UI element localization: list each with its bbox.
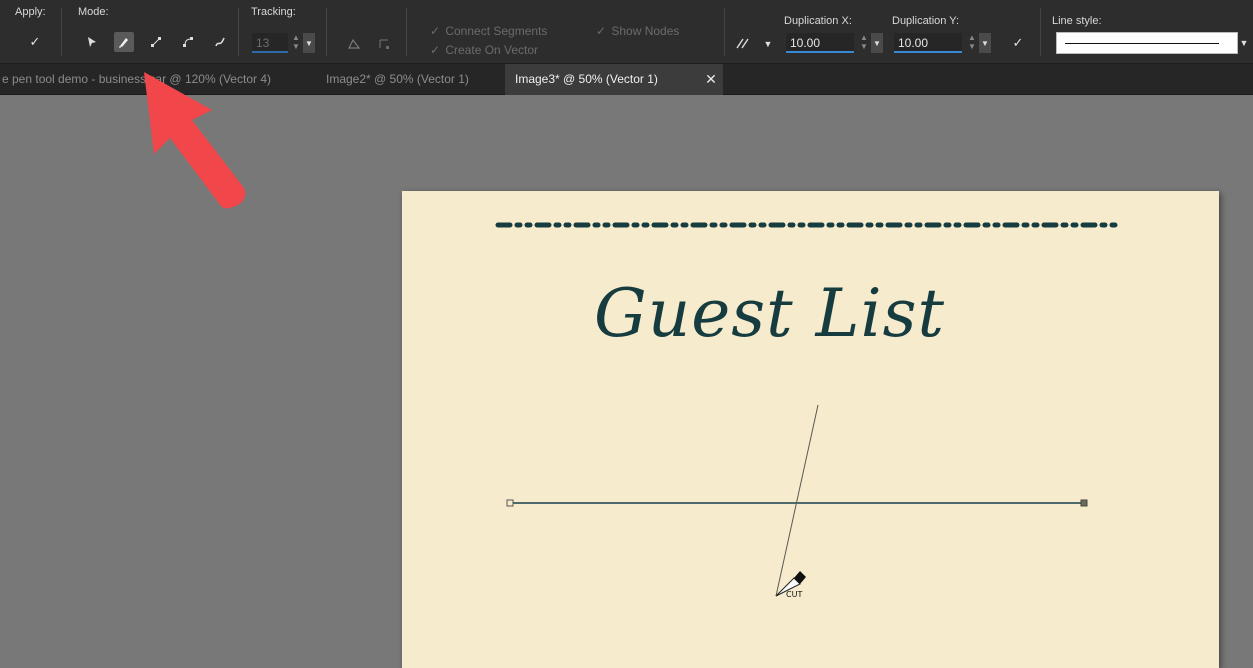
cursor-cut-label: CUT <box>786 590 803 599</box>
chevron-down-icon[interactable]: ▼ <box>760 34 776 54</box>
line-style-dropdown[interactable] <box>1056 32 1238 54</box>
cut-guide-line <box>775 404 819 597</box>
divider <box>406 8 407 56</box>
mode-label: Mode: <box>78 6 109 18</box>
reverse-path-icon[interactable] <box>374 34 394 54</box>
connect-segments-checkbox[interactable]: ✓ Connect Segments <box>430 24 547 38</box>
line-segment-icon[interactable] <box>146 32 166 52</box>
create-on-vector-checkbox[interactable]: ✓ Create On Vector <box>430 43 538 57</box>
show-nodes-checkbox[interactable]: ✓ Show Nodes <box>596 24 679 38</box>
curve-segment-icon[interactable] <box>178 32 198 52</box>
create-on-vector-label: Create On Vector <box>445 43 539 57</box>
duplication-x-input[interactable]: 10.00 <box>786 33 854 53</box>
tracking-spinner[interactable]: ▲ ▼ <box>290 33 302 53</box>
duplication-x-spinner[interactable]: ▲ ▼ <box>858 33 870 53</box>
close-path-icon[interactable] <box>344 34 364 54</box>
tracking-dropdown-button[interactable]: ▼ <box>303 33 315 53</box>
pen-icon[interactable] <box>114 32 134 52</box>
duplication-x-dropdown-button[interactable]: ▼ <box>871 33 883 53</box>
check-icon: ✓ <box>596 24 607 38</box>
duplication-y-dropdown-button[interactable]: ▼ <box>979 33 991 53</box>
line-end-node <box>1080 499 1088 507</box>
divider <box>238 8 239 56</box>
duplication-y-input[interactable]: 10.00 <box>894 33 962 53</box>
document-artwork <box>495 222 1119 597</box>
tab-image2[interactable]: Image2* @ 50% (Vector 1) <box>316 64 498 95</box>
check-icon: ✓ <box>430 43 441 57</box>
line-style-label: Line style: <box>1052 15 1102 27</box>
line-start-node <box>506 499 514 507</box>
tab-label: Image2* @ 50% (Vector 1) <box>326 72 469 86</box>
tab-label: Image3* @ 50% (Vector 1) <box>515 72 658 86</box>
freehand-icon[interactable] <box>210 32 230 52</box>
apply-label: Apply: <box>15 6 46 18</box>
duplication-x-label: Duplication X: <box>784 15 852 27</box>
check-icon: ✓ <box>430 24 441 38</box>
document-title-text: Guest List <box>594 275 945 352</box>
connect-segments-label: Connect Segments <box>445 24 548 38</box>
chevron-down-icon[interactable]: ▼ <box>1238 34 1250 52</box>
tracking-input[interactable]: 13 <box>252 33 288 53</box>
tool-options-bar: Apply: ✓ Mode: Tracking: 13 ▲ ▼ ▼ ✓ Conn… <box>0 0 1253 64</box>
app-window: Apply: ✓ Mode: Tracking: 13 ▲ ▼ ▼ ✓ Conn… <box>0 0 1253 668</box>
checkmark-icon[interactable]: ✓ <box>1008 33 1028 53</box>
document-page[interactable]: Guest List CUT <box>402 191 1219 668</box>
duplication-y-spinner[interactable]: ▲ ▼ <box>966 33 978 53</box>
divider <box>326 8 327 56</box>
duplication-y-label: Duplication Y: <box>892 15 960 27</box>
checkmark-icon[interactable]: ✓ <box>25 32 45 52</box>
red-arrow-icon <box>144 72 246 209</box>
line-style-sample <box>1065 43 1219 44</box>
close-icon[interactable]: ✕ <box>703 71 719 87</box>
duplicate-segments-icon[interactable] <box>733 33 753 53</box>
node-edit-icon[interactable] <box>82 32 102 52</box>
divider <box>724 8 725 56</box>
show-nodes-label: Show Nodes <box>611 24 680 38</box>
annotation-arrow <box>144 72 246 209</box>
divider <box>1040 8 1041 56</box>
divider <box>61 8 62 56</box>
tracking-label: Tracking: <box>251 6 296 18</box>
tab-image3[interactable]: Image3* @ 50% (Vector 1) <box>505 64 723 95</box>
